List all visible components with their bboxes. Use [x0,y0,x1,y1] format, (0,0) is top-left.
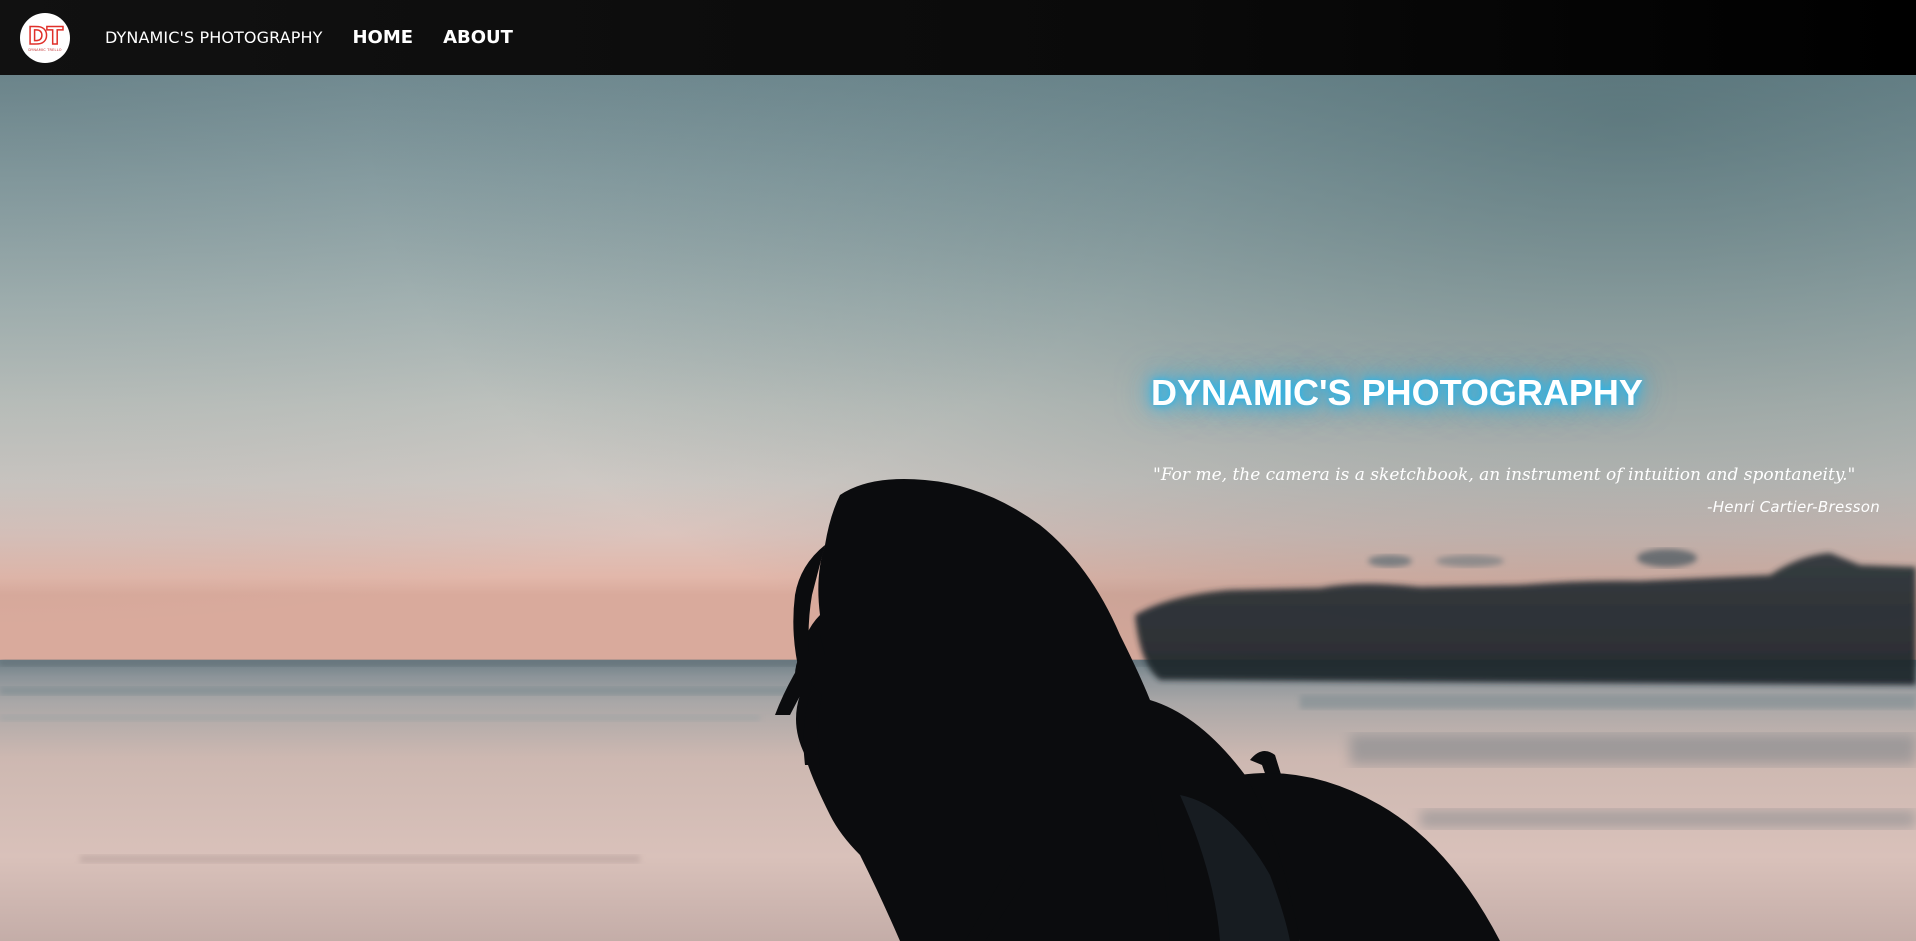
nav-link-about[interactable]: ABOUT [443,27,513,48]
hero-section: DYNAMIC'S PHOTOGRAPHY "For me, the camer… [0,75,1916,941]
hero-background-image [0,479,1916,941]
logo-mark: DT [27,22,64,50]
logo[interactable]: DT DYNAMIC TRELLO [20,12,70,63]
hero-quote: "For me, the camera is a sketchbook, an … [1153,465,1856,485]
navbar: DT DYNAMIC TRELLO DYNAMIC'S PHOTOGRAPHY … [0,0,1916,75]
hero-title: DYNAMIC'S PHOTOGRAPHY [1151,372,1643,413]
hero-quote-author: -Henri Cartier-Bresson [1707,498,1880,516]
nav-link-home[interactable]: HOME [352,27,413,48]
page: DT DYNAMIC TRELLO DYNAMIC'S PHOTOGRAPHY … [0,0,1916,941]
brand-link[interactable]: DYNAMIC'S PHOTOGRAPHY [105,28,322,47]
logo-subtitle: DYNAMIC TRELLO [28,48,62,52]
